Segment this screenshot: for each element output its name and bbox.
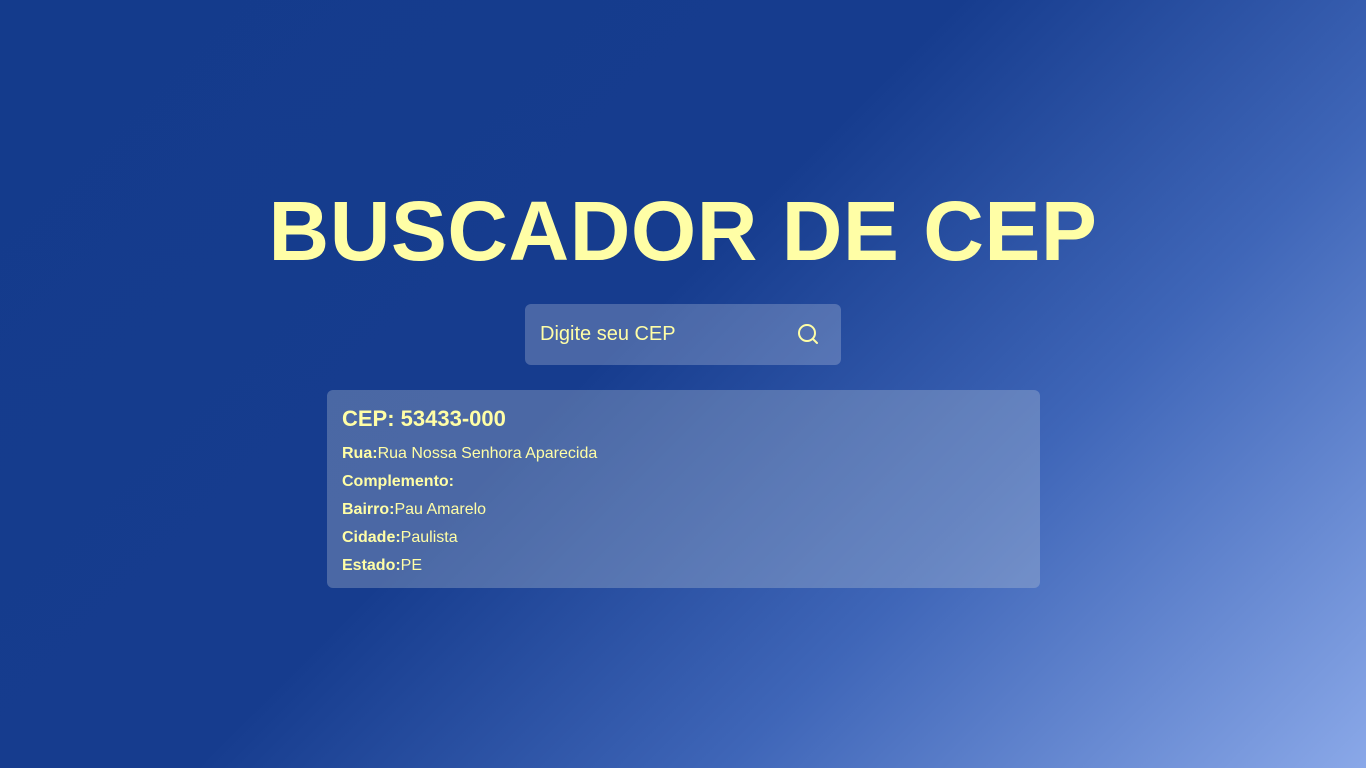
cep-result-card: CEP: 53433-000 Rua:Rua Nossa Senhora Apa…: [327, 390, 1040, 588]
cep-search-input[interactable]: [525, 304, 775, 365]
result-complemento-label: Complemento:: [342, 473, 454, 490]
result-rua-label: Rua:: [342, 445, 378, 462]
search-button[interactable]: [784, 316, 832, 352]
result-estado-value: PE: [400, 557, 423, 574]
result-bairro-value: Pau Amarelo: [394, 501, 487, 518]
result-cep-heading: CEP: 53433-000: [342, 406, 506, 431]
result-cidade-label: Cidade:: [342, 529, 401, 546]
result-bairro-label: Bairro:: [342, 501, 395, 518]
result-rua-value: Rua Nossa Senhora Aparecida: [377, 445, 598, 462]
result-rua: Rua:Rua Nossa Senhora Aparecida: [342, 440, 1025, 468]
page-title: BUSCADOR DE CEP: [268, 184, 1098, 278]
result-estado: Estado:PE: [342, 552, 1025, 580]
page: BUSCADOR DE CEP CEP: 53433-000 Rua:Rua N…: [0, 0, 1366, 768]
result-estado-label: Estado:: [342, 557, 401, 574]
search-icon: [796, 322, 820, 346]
result-complemento: Complemento:: [342, 468, 1025, 496]
result-cidade: Cidade:Paulista: [342, 524, 1025, 552]
result-bairro: Bairro:Pau Amarelo: [342, 496, 1025, 524]
result-cidade-value: Paulista: [400, 529, 458, 546]
